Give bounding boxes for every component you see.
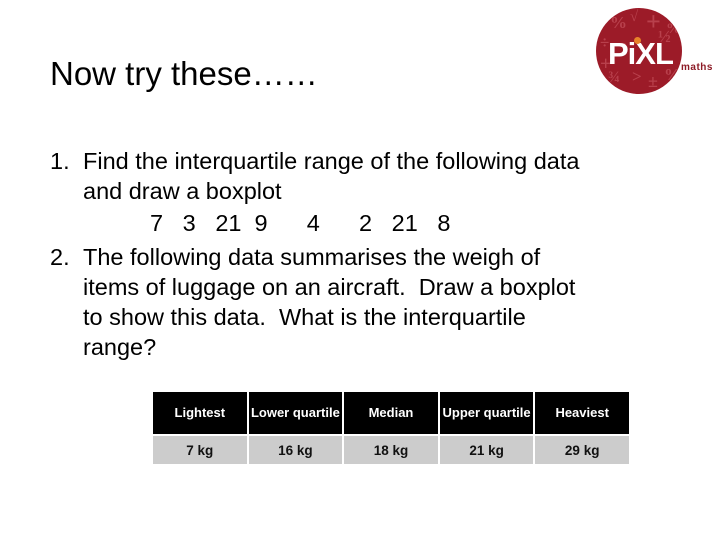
table-cell-lower-quartile: 16 kg <box>248 436 343 464</box>
table-cell-median: 18 kg <box>344 436 438 464</box>
question-2-line-4: range? <box>83 334 157 360</box>
question-item-2: 2. The following data summarises the wei… <box>50 242 680 362</box>
question-text-1: Find the interquartile range of the foll… <box>83 146 680 206</box>
question-1-line-1: Find the interquartile range of the foll… <box>83 148 580 174</box>
table-cell-lightest: 7 kg <box>153 436 247 464</box>
logo-symbol-plusminus: ± <box>648 71 658 91</box>
logo-dot-accent <box>634 37 641 44</box>
question-number-1: 1. <box>50 148 70 174</box>
question-2-line-2: items of luggage on an aircraft. Draw a … <box>83 274 576 300</box>
table-cell-upper-quartile: 21 kg <box>439 436 534 464</box>
logo-subtitle: maths <box>681 62 713 73</box>
pixl-maths-logo: % √ + ½ ÷ · + ¾ > ± % % PiXL maths <box>588 4 718 100</box>
table-header-row: Lightest Lower quartile Median Upper qua… <box>153 392 629 434</box>
table-row: 7 kg 16 kg 18 kg 21 kg 29 kg <box>153 436 629 464</box>
question-2-line-1: The following data summarises the weigh … <box>83 244 541 270</box>
luggage-summary-table: Lightest Lower quartile Median Upper qua… <box>151 390 631 466</box>
logo-symbol-percent-1: % <box>610 13 627 32</box>
logo-symbol-percent-3: % <box>666 21 681 37</box>
logo-symbol-three-quarters: ¾ <box>608 69 620 86</box>
table-header-lower-quartile: Lower quartile <box>248 392 343 434</box>
slide-title: Now try these…… <box>50 55 318 92</box>
logo-wordmark: PiXL <box>608 36 674 71</box>
logo-symbol-sqrt: √ <box>630 9 639 25</box>
question-number-2: 2. <box>50 244 70 270</box>
table-header-upper-quartile: Upper quartile <box>439 392 534 434</box>
question-1-line-2: and draw a boxplot <box>83 178 282 204</box>
logo-wordmark-xl: XL <box>635 36 674 71</box>
question-item-1: 1. Find the interquartile range of the f… <box>50 146 680 206</box>
table-header-median: Median <box>344 392 438 434</box>
question-text-2: The following data summarises the weigh … <box>83 242 680 362</box>
table-header-heaviest: Heaviest <box>535 392 629 434</box>
table-cell-heaviest: 29 kg <box>535 436 629 464</box>
table-header-lightest: Lightest <box>153 392 247 434</box>
question-list: 1. Find the interquartile range of the f… <box>50 146 680 362</box>
logo-wordmark-pi: Pi <box>608 36 636 71</box>
question-2-line-3: to show this data. What is the interquar… <box>83 304 526 330</box>
question-1-data-values: 7 3 21 9 4 2 21 8 <box>150 210 451 236</box>
